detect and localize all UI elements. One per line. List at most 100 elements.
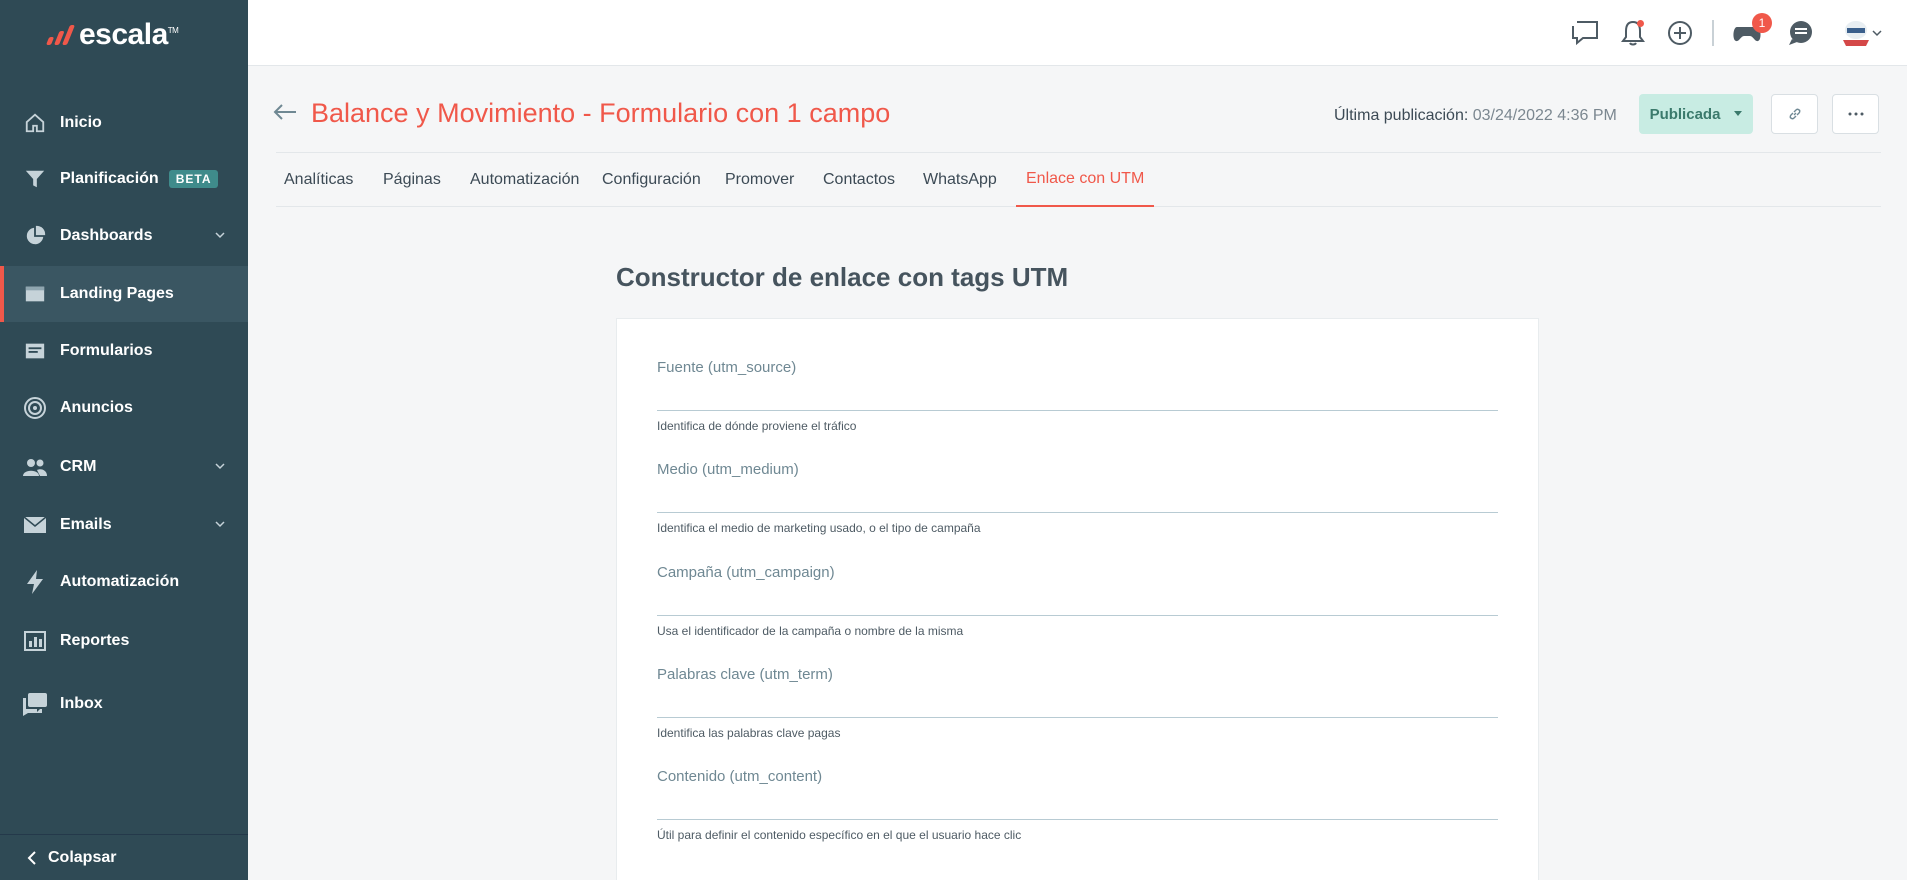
sidebar-item-label: Planificación (60, 170, 159, 187)
tab-analiticas[interactable]: Analíticas (284, 153, 353, 207)
logo[interactable]: escalaTM (45, 18, 179, 52)
field-help: Útil para definir el contenido específic… (657, 828, 1022, 842)
gamepad-icon[interactable]: 1 (1732, 13, 1772, 48)
chat-feedback-icon[interactable] (1570, 18, 1600, 48)
page-title: Balance y Movimiento - Formulario con 1 … (311, 98, 891, 128)
ellipsis-icon (1848, 112, 1863, 116)
sidebar-item-automatizacion[interactable]: Automatización (0, 554, 248, 610)
sidebar-item-landing-pages[interactable]: Landing Pages (0, 266, 248, 322)
field-label: Fuente (utm_source) (657, 359, 797, 376)
field-help: Identifica las palabras clave pagas (657, 726, 841, 740)
more-options-button[interactable] (1832, 94, 1879, 134)
avatar[interactable] (1839, 18, 1883, 48)
last-publication-value: 03/24/2022 4:36 PM (1472, 107, 1617, 124)
utm-campaign-input[interactable] (657, 588, 1498, 616)
sidebar-item-planificacion[interactable]: Planificación BETA (0, 151, 248, 207)
utm-builder-title: Constructor de enlace con tags UTM (616, 262, 1069, 292)
tab-whatsapp[interactable]: WhatsApp (923, 153, 997, 207)
browser-window-icon (22, 281, 48, 307)
envelope-icon (22, 512, 48, 538)
bar-chart-icon (22, 628, 48, 654)
last-publication-label: Última publicación: (1334, 107, 1469, 124)
tab-paginas[interactable]: Páginas (383, 153, 441, 207)
sidebar-item-inbox[interactable]: Inbox (0, 676, 248, 732)
main-content: Balance y Movimiento - Formulario con 1 … (248, 66, 1907, 880)
funnel-icon (22, 166, 48, 192)
gamepad-badge: 1 (1752, 13, 1772, 33)
tab-contactos[interactable]: Contactos (823, 153, 895, 207)
field-help: Identifica de dónde proviene el tráfico (657, 419, 857, 433)
sidebar-item-label: Reportes (60, 632, 130, 649)
sidebar-item-label: Automatización (60, 573, 180, 590)
copy-link-button[interactable] (1771, 94, 1818, 134)
logo-trademark: TM (167, 26, 179, 35)
sidebar-item-label: Formularios (60, 342, 153, 359)
sidebar-item-label: Emails (60, 516, 112, 533)
plus-circle-icon[interactable] (1665, 18, 1695, 48)
notification-dot (1637, 20, 1644, 27)
home-icon (22, 110, 48, 136)
sidebar-item-anuncios[interactable]: Anuncios (0, 380, 248, 436)
chevron-down-icon (214, 459, 226, 477)
logo-text: escala (79, 18, 168, 51)
tab-bar: Analíticas Páginas Automatización Config… (276, 153, 1881, 207)
field-help: Identifica el medio de marketing usado, … (657, 521, 981, 535)
sidebar-item-label: Anuncios (60, 399, 133, 416)
collapse-label: Colapsar (48, 848, 117, 866)
sidebar-item-label: Landing Pages (60, 285, 174, 302)
tab-promover[interactable]: Promover (725, 153, 794, 207)
bell-icon[interactable] (1618, 18, 1648, 48)
field-label: Contenido (utm_content) (657, 768, 823, 785)
utm-term-field: Palabras clave (utm_term) Identifica las… (657, 666, 1498, 740)
sidebar-item-label: Inbox (60, 695, 103, 712)
field-label: Medio (utm_medium) (657, 461, 799, 478)
utm-medium-field: Medio (utm_medium) Identifica el medio d… (657, 461, 1498, 535)
sidebar-item-reportes[interactable]: Reportes (0, 613, 248, 669)
link-icon (1789, 108, 1800, 120)
back-arrow-icon[interactable] (272, 102, 298, 127)
logo-mark-icon (45, 25, 76, 45)
chevron-down-icon (214, 517, 226, 535)
utm-source-field: Fuente (utm_source) Identifica de dónde … (657, 359, 1498, 433)
utm-campaign-field: Campaña (utm_campaign) Usa el identifica… (657, 564, 1498, 638)
status-label: Publicada (1649, 105, 1721, 123)
sidebar-item-label: Dashboards (60, 227, 153, 244)
sidebar-item-inicio[interactable]: Inicio (0, 95, 248, 151)
utm-term-input[interactable] (657, 690, 1498, 718)
utm-source-input[interactable] (657, 383, 1498, 411)
sidebar-item-formularios[interactable]: Formularios (0, 323, 248, 379)
sidebar-item-crm[interactable]: CRM (0, 439, 248, 495)
pie-chart-icon (22, 223, 48, 249)
utm-content-field: Contenido (utm_content) Útil para defini… (657, 768, 1498, 842)
support-chat-icon[interactable] (1786, 18, 1816, 48)
form-icon (22, 338, 48, 364)
utm-builder-card: Fuente (utm_source) Identifica de dónde … (616, 318, 1539, 880)
utm-medium-input[interactable] (657, 485, 1498, 513)
chat-bubbles-icon (22, 691, 48, 717)
utm-content-input[interactable] (657, 792, 1498, 820)
tab-enlace-utm[interactable]: Enlace con UTM (1016, 153, 1155, 207)
tab-configuracion[interactable]: Configuración (602, 153, 701, 207)
people-icon (22, 454, 48, 480)
beta-badge: BETA (168, 170, 219, 188)
sidebar-item-label: CRM (60, 458, 97, 475)
chevron-down-icon (214, 228, 226, 246)
field-label: Palabras clave (utm_term) (657, 666, 833, 683)
field-help: Usa el identificador de la campaña o nom… (657, 624, 964, 638)
caret-down-icon (1734, 111, 1743, 116)
sidebar: escalaTM Inicio Planificación BETA Dashb… (0, 0, 248, 880)
field-label: Campaña (utm_campaign) (657, 564, 835, 581)
collapse-button[interactable]: Colapsar (0, 834, 248, 880)
sidebar-item-label: Inicio (60, 114, 102, 131)
last-publication: Última publicación: 03/24/2022 4:36 PM (1334, 107, 1617, 125)
tab-automatizacion[interactable]: Automatización (470, 153, 579, 207)
target-icon (22, 395, 48, 421)
top-bar: 1 (248, 0, 1907, 66)
status-dropdown-button[interactable]: Publicada (1639, 94, 1753, 134)
sidebar-item-dashboards[interactable]: Dashboards (0, 208, 248, 264)
sidebar-item-emails[interactable]: Emails (0, 497, 248, 553)
topbar-divider (1712, 20, 1714, 46)
chevron-left-icon (27, 850, 36, 865)
chevron-down-icon (1872, 30, 1882, 37)
lightning-icon (22, 569, 48, 595)
